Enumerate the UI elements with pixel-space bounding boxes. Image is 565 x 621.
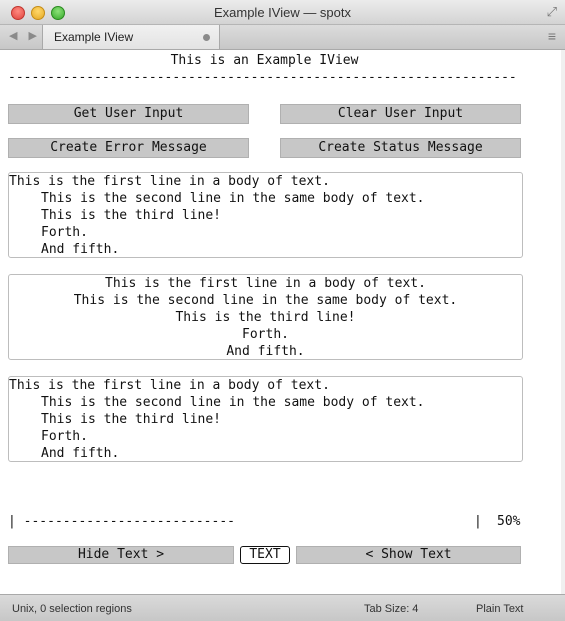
tab-bar: ◀ ▶ Example IView ≡ [0,25,565,50]
text-line: This is the second line in the same body… [41,191,425,206]
view-header: This is an Example IView [170,53,359,68]
editor-view[interactable]: This is an Example IView ---------------… [0,50,565,594]
progress-bar-track: | --------------------------- [8,514,235,529]
text-line: This is the second line in the same body… [73,293,458,308]
text-line: This is the third line! [41,208,222,223]
app-window: Example IView — spotx ⤢ ◀ ▶ Example IVie… [0,0,565,621]
tab-label: Example IView [54,30,134,44]
fullscreen-icon[interactable]: ⤢ [547,4,557,20]
get-user-input-button[interactable]: Get User Input [8,104,249,124]
tab-size-selector[interactable]: Tab Size: 4 [364,603,418,615]
window-title: Example IView — spotx [213,5,352,20]
text-line: Forth. [242,327,289,342]
text-line: This is the first line in a body of text… [9,174,330,189]
text-line: This is the first line in a body of text… [9,378,330,393]
show-text-button[interactable]: < Show Text [296,546,521,564]
text-box-left[interactable]: This is the first line in a body of text… [8,172,523,258]
unsaved-dot-icon[interactable] [203,34,210,41]
text-line: And fifth. [41,446,120,461]
text-button[interactable]: TEXT [240,546,290,564]
tab-nav-arrows-icon[interactable]: ◀ ▶ [9,29,41,42]
create-error-message-button[interactable]: Create Error Message [8,138,249,158]
text-line: And fifth. [41,242,120,257]
text-line: And fifth. [226,344,305,359]
text-line: This is the second line in the same body… [41,395,425,410]
syntax-selector[interactable]: Plain Text [476,603,524,615]
title-bar: Example IView — spotx ⤢ [0,0,565,25]
progress-bar-end: | [474,514,482,529]
create-status-message-button[interactable]: Create Status Message [280,138,521,158]
progress-percent: 50% [497,514,521,529]
text-line: This is the third line! [41,412,222,427]
tab-example-iview[interactable]: Example IView [42,25,220,49]
status-bar: Unix, 0 selection regions Tab Size: 4 Pl… [0,594,565,621]
text-line: This is the third line! [175,310,356,325]
vertical-scrollbar[interactable] [561,50,565,594]
text-line: Forth. [41,429,88,444]
text-line: This is the first line in a body of text… [105,276,426,291]
text-line: Forth. [41,225,88,240]
clear-user-input-button[interactable]: Clear User Input [280,104,521,124]
tab-menu-icon[interactable]: ≡ [548,28,556,44]
header-rule: ----------------------------------------… [8,70,517,85]
text-box-left-2[interactable]: This is the first line in a body of text… [8,376,523,462]
text-box-centered[interactable]: This is the first line in a body of text… [8,274,523,360]
hide-text-button[interactable]: Hide Text > [8,546,234,564]
status-line-endings[interactable]: Unix, 0 selection regions [12,603,132,615]
